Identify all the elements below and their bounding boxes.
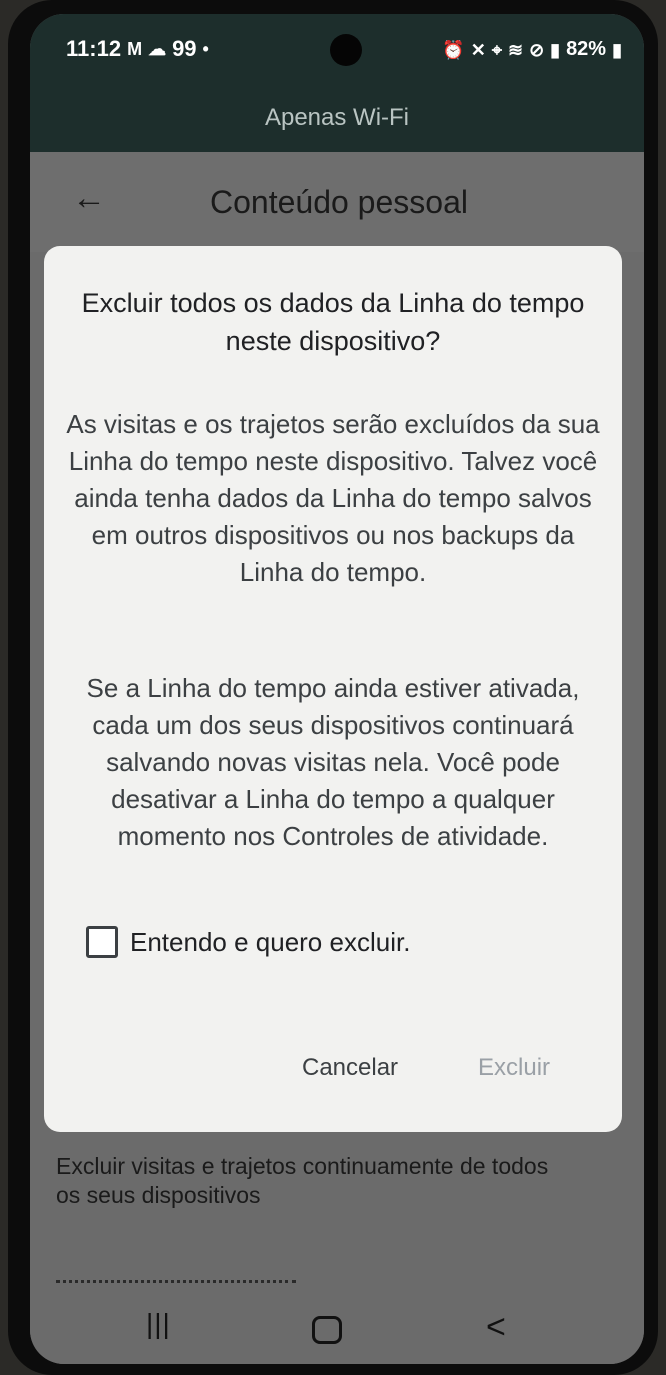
network-banner: Apenas Wi-Fi [30, 84, 644, 152]
location-icon: ⌖ [491, 39, 502, 60]
app-bar: ← Conteúdo pessoal [30, 152, 644, 252]
phone-screen: 11:12 M ☁ 99 • ⏰ ✕ ⌖ ≋ ⊘ ▮ 82% ▮ Apenas … [30, 14, 644, 1364]
gmail-icon: M [127, 39, 143, 59]
home-icon[interactable] [312, 1316, 342, 1344]
signal-icon: ▮ [550, 39, 561, 60]
delete-button[interactable]: Excluir [478, 1054, 550, 1082]
front-camera [330, 34, 362, 66]
confirm-checkbox-row[interactable]: Entendo e quero excluir. [86, 926, 410, 958]
page-title: Conteúdo pessoal [210, 184, 468, 220]
status-left: 11:12 M ☁ 99 • [66, 36, 209, 62]
notification-count: 99 [172, 36, 197, 61]
background-description: Excluir visitas e trajetos continuamente… [56, 1153, 549, 1208]
dialog-body-paragraph-2: Se a Linha do tempo ainda estiver ativad… [86, 673, 580, 851]
confirm-checkbox[interactable] [86, 926, 118, 958]
confirm-checkbox-label[interactable]: Entendo e quero excluir. [130, 927, 410, 958]
clock: 11:12 [66, 36, 122, 61]
status-bar: 11:12 M ☁ 99 • ⏰ ✕ ⌖ ≋ ⊘ ▮ 82% ▮ [30, 14, 644, 84]
cancel-button[interactable]: Cancelar [302, 1054, 398, 1082]
back-arrow-icon[interactable]: ← [72, 178, 112, 218]
cloud-icon: ☁ [148, 39, 167, 59]
dot-icon: • [202, 39, 209, 59]
back-icon[interactable]: < [486, 1308, 506, 1347]
network-banner-text: Apenas Wi-Fi [264, 104, 410, 131]
status-right: ⏰ ✕ ⌖ ≋ ⊘ ▮ 82% ▮ [442, 38, 622, 61]
mute-icon: ✕ [470, 39, 486, 60]
dialog-body-paragraph-1: As visitas e os trajetos serão excluídos… [66, 409, 600, 587]
recent-apps-icon[interactable]: ||| [146, 1308, 171, 1340]
background-next-item [56, 1280, 296, 1291]
wifi-icon: ≋ [507, 39, 524, 60]
navigation-bar: ||| < [30, 1294, 644, 1364]
battery-percent: 82% [566, 38, 607, 60]
dnd-icon: ⊘ [529, 39, 545, 60]
dialog-title: Excluir todos os dados da Linha do tempo… [81, 288, 585, 356]
alarm-icon: ⏰ [442, 39, 465, 60]
delete-timeline-dialog: Excluir todos os dados da Linha do tempo… [44, 246, 622, 1132]
battery-icon: ▮ [612, 39, 622, 60]
